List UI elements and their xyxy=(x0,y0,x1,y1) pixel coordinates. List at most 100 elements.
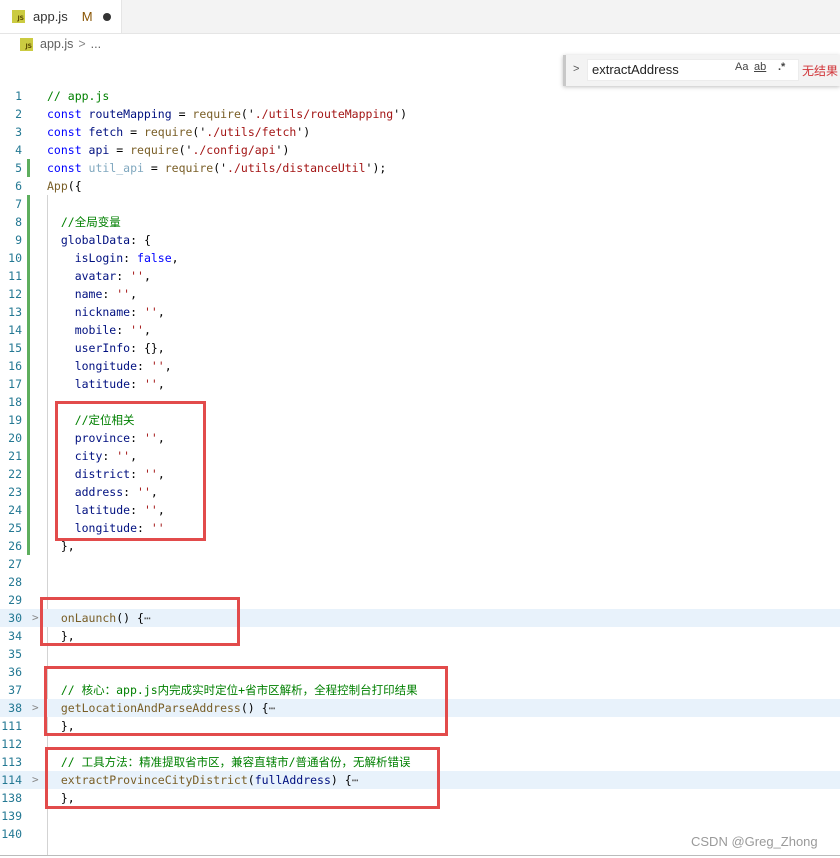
unsaved-dot-icon[interactable] xyxy=(102,12,111,21)
code-token: longitude xyxy=(47,359,138,373)
code-token: }, xyxy=(47,539,75,553)
code-token: , xyxy=(171,251,179,265)
chevron-right-icon: > xyxy=(78,37,86,51)
code-text: const fetch = require('./utils/fetch') xyxy=(47,123,310,141)
line-number: 16 xyxy=(8,359,22,373)
line-number: 112 xyxy=(1,737,22,751)
code-token: routeMapping xyxy=(88,107,172,121)
line-number: 1 xyxy=(15,89,22,103)
line-number: 37 xyxy=(8,683,22,697)
code-token: globalData xyxy=(47,233,131,247)
line-number: 111 xyxy=(1,719,22,733)
code-line[interactable]: 9 globalData: { xyxy=(0,231,840,249)
line-number: 2 xyxy=(15,107,22,121)
find-result-status: 无结果 xyxy=(802,64,839,78)
code-token: = xyxy=(123,125,144,139)
code-token: , xyxy=(157,377,165,391)
code-line[interactable]: 7 xyxy=(0,195,840,213)
code-line[interactable]: 3 const fetch = require('./utils/fetch') xyxy=(0,123,840,141)
code-text: userInfo: {}, xyxy=(47,339,165,357)
code-line[interactable]: 10 isLogin: false, xyxy=(0,249,840,267)
code-token: App xyxy=(47,179,68,193)
code-token: '' xyxy=(130,323,144,337)
code-line[interactable]: 28 xyxy=(0,573,840,591)
code-token: ./utils/distanceUtil xyxy=(227,161,366,175)
code-token: mobile xyxy=(47,323,117,337)
code-line[interactable]: 35 xyxy=(0,645,840,663)
code-token: false xyxy=(137,251,172,265)
line-number: 10 xyxy=(8,251,22,265)
code-token: '); xyxy=(365,161,387,175)
line-number: 14 xyxy=(8,323,22,337)
code-text: const api = require('./config/api') xyxy=(47,141,289,159)
js-file-icon: JS xyxy=(12,10,25,23)
line-number: 4 xyxy=(15,143,22,157)
code-token: ') xyxy=(296,125,311,139)
code-line[interactable]: 4 const api = require('./config/api') xyxy=(0,141,840,159)
line-number: 114 xyxy=(1,773,22,787)
line-number: 20 xyxy=(8,431,22,445)
code-token: : {}, xyxy=(130,341,165,355)
tab-app-js[interactable]: JS app.js M xyxy=(0,0,122,33)
line-number: 21 xyxy=(8,449,22,463)
js-file-icon: JS xyxy=(20,37,33,51)
line-number: 19 xyxy=(8,413,22,427)
code-token: require xyxy=(164,161,214,175)
code-text: isLogin: false, xyxy=(47,249,179,267)
code-token: '' xyxy=(130,269,144,283)
code-token: ') xyxy=(393,107,408,121)
code-token: , xyxy=(143,323,151,337)
code-text: const routeMapping = require('./utils/ro… xyxy=(47,105,407,123)
match-case-icon[interactable]: Aa xyxy=(735,61,748,73)
code-token: (' xyxy=(192,125,207,139)
tab-label: app.js xyxy=(33,9,68,24)
line-number: 30 xyxy=(8,611,22,625)
code-line[interactable]: 8 //全局变量 xyxy=(0,213,840,231)
match-whole-word-icon[interactable]: ab xyxy=(754,61,766,73)
code-token: , xyxy=(157,305,165,319)
regex-icon[interactable]: .* xyxy=(778,61,785,73)
code-token: (' xyxy=(213,161,228,175)
fold-chevron-icon[interactable]: > xyxy=(32,609,39,627)
line-number: 7 xyxy=(15,197,22,211)
code-line[interactable]: 5 const util_api = require('./utils/dista… xyxy=(0,159,840,177)
code-token: avatar xyxy=(47,269,117,283)
line-number: 34 xyxy=(8,629,22,643)
breadcrumb-symbol[interactable]: ... xyxy=(91,37,101,51)
editor-tab-bar: JS app.js M xyxy=(0,0,840,34)
code-token: require xyxy=(192,107,241,121)
code-token: '' xyxy=(143,305,158,319)
code-line[interactable]: 2 const routeMapping = require('./utils/r… xyxy=(0,105,840,123)
code-token: ./utils/fetch xyxy=(206,125,297,139)
line-number: 8 xyxy=(15,215,22,229)
fold-chevron-icon[interactable]: > xyxy=(32,771,39,789)
code-line[interactable]: 1 // app.js xyxy=(0,87,840,105)
find-input[interactable]: extractAddress xyxy=(587,59,799,81)
code-line[interactable]: 16 longitude: '', xyxy=(0,357,840,375)
code-line[interactable]: 14 mobile: '', xyxy=(0,321,840,339)
code-token: ({ xyxy=(67,179,82,193)
annotation-box xyxy=(55,401,206,541)
breadcrumb-file[interactable]: app.js xyxy=(40,37,73,51)
line-number: 27 xyxy=(8,557,22,571)
code-line[interactable]: 12 name: '', xyxy=(0,285,840,303)
code-line[interactable]: 13 nickname: '', xyxy=(0,303,840,321)
code-token: const xyxy=(47,107,89,121)
code-text: longitude: '', xyxy=(47,357,172,375)
code-token: require xyxy=(130,143,179,157)
line-number: 24 xyxy=(8,503,22,517)
code-token: ./utils/routeMapping xyxy=(254,107,394,121)
code-text: globalData: { xyxy=(47,231,151,249)
fold-chevron-icon[interactable]: > xyxy=(32,699,39,717)
code-line[interactable]: 139 xyxy=(0,807,840,825)
code-token: : xyxy=(130,377,144,391)
toggle-replace-icon[interactable]: > xyxy=(573,63,579,75)
code-line[interactable]: 17 latitude: '', xyxy=(0,375,840,393)
line-number: 18 xyxy=(8,395,22,409)
code-line[interactable]: 27 xyxy=(0,555,840,573)
code-line[interactable]: 6 App({ xyxy=(0,177,840,195)
code-line[interactable]: 15 userInfo: {}, xyxy=(0,339,840,357)
code-token: '' xyxy=(143,377,158,391)
code-line[interactable]: 11 avatar: '', xyxy=(0,267,840,285)
code-token: , xyxy=(143,269,151,283)
